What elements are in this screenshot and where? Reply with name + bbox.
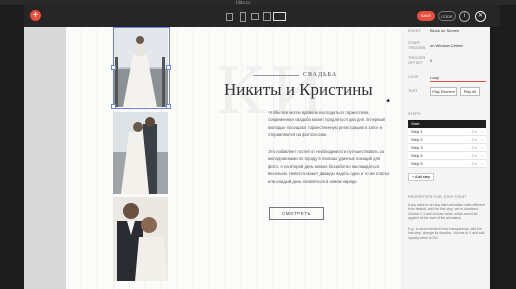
step-row[interactable]: Step 4 0 s › [408, 152, 486, 160]
steps-label: STEPS [408, 112, 421, 116]
step-row[interactable]: Step 5 0 s › [408, 160, 486, 168]
resize-handle-left[interactable] [111, 65, 116, 70]
test-label: TEST [408, 89, 418, 93]
info-button[interactable]: i [459, 11, 470, 22]
selection-frame [113, 27, 170, 109]
canvas-left-gutter [24, 27, 66, 289]
offset-label: TRIGGER OFFSET [408, 56, 426, 65]
section-kicker: СВАДЬБА [303, 72, 338, 78]
chevron-right-icon[interactable]: › [482, 152, 483, 160]
play-all-button[interactable]: Play All [460, 87, 480, 96]
photo-couple-portrait-image [113, 197, 168, 281]
page-title: Никиты и Кристины [224, 80, 373, 99]
chevron-right-icon[interactable]: › [482, 128, 483, 136]
chevron-right-icon[interactable]: › [482, 144, 483, 152]
step-time: 0 s [471, 145, 477, 150]
step-time: 0 s [471, 161, 477, 166]
offset-input[interactable]: 0 [430, 58, 432, 63]
add-block-button[interactable]: + [30, 10, 41, 21]
play-element-button[interactable]: Play Element [430, 87, 457, 96]
steps-start-row[interactable]: Start [408, 120, 486, 128]
trigger-select[interactable]: on Window Center [430, 43, 463, 48]
step-label: Step 3 [411, 145, 423, 150]
save-button[interactable]: SAVE [417, 11, 435, 21]
loop-select[interactable]: Loop [430, 75, 439, 80]
loop-label: LOOP [408, 75, 419, 79]
step-time: 0 s [471, 153, 477, 158]
properties-hint: If you want to set any start animation s… [408, 203, 485, 221]
step-label: Step 4 [411, 153, 423, 158]
right-edge [490, 27, 516, 289]
trigger-label: START TRIGGER [408, 41, 426, 50]
intro-paragraph: Чтобы все могли вдоволь насладиться торж… [268, 110, 385, 138]
details-paragraph: Это избавляет гостей от необходимости пу… [268, 149, 390, 184]
add-step-button[interactable]: + Add step [408, 173, 434, 181]
step-label: Step 2 [411, 137, 423, 142]
photo-couple-kiss[interactable] [113, 112, 168, 194]
event-label: EVENT [408, 29, 421, 33]
resize-handle-right[interactable] [166, 65, 171, 70]
zero-block-canvas[interactable]: КИ СВАДЬБА Никиты и Кристины Чтобы все м… [66, 27, 402, 289]
step-row[interactable]: Step 3 0 s › [408, 144, 486, 152]
wide-screen-icon[interactable] [273, 12, 286, 21]
event-select[interactable]: Block on Screen [430, 28, 459, 33]
animation-settings-panel: EVENT Block on Screen START TRIGGER on W… [402, 27, 490, 289]
close-button[interactable]: ✕ [475, 11, 486, 22]
chevron-right-icon[interactable]: › [482, 136, 483, 144]
desktop-icon[interactable] [226, 13, 233, 21]
code-button[interactable]: CODE [438, 11, 456, 21]
editor-window: tilda.cc + SAVE CODE i ✕ КИ СВАДЬБА Ники… [0, 0, 516, 289]
kicker-rule [253, 75, 299, 76]
step-time: 0 s [471, 137, 477, 142]
photo-couple-portrait[interactable] [113, 197, 168, 281]
properties-example: E.g.: to show element from transparency,… [408, 227, 485, 240]
view-button[interactable]: СМОТРЕТЬ [269, 207, 324, 220]
step-row[interactable]: Step 2 0 s › [408, 136, 486, 144]
photo-couple-kiss-image [113, 112, 168, 194]
step-time: 0 s [471, 129, 477, 134]
tablet-portrait-icon[interactable] [240, 12, 246, 22]
resize-handle-bottom-left[interactable] [111, 104, 116, 109]
tablet-landscape-icon[interactable] [251, 13, 259, 20]
step-label: Step 5 [411, 161, 423, 166]
properties-label: PROPERTIES FOR: STEP START [408, 195, 467, 199]
step-label: Step 1 [411, 129, 423, 134]
mobile-icon[interactable] [263, 12, 271, 21]
chevron-right-icon[interactable]: › [482, 160, 483, 168]
step-row[interactable]: Step 1 0 s › [408, 128, 486, 136]
loop-select-underline [430, 81, 486, 82]
resize-handle-bottom-right[interactable] [166, 104, 171, 109]
